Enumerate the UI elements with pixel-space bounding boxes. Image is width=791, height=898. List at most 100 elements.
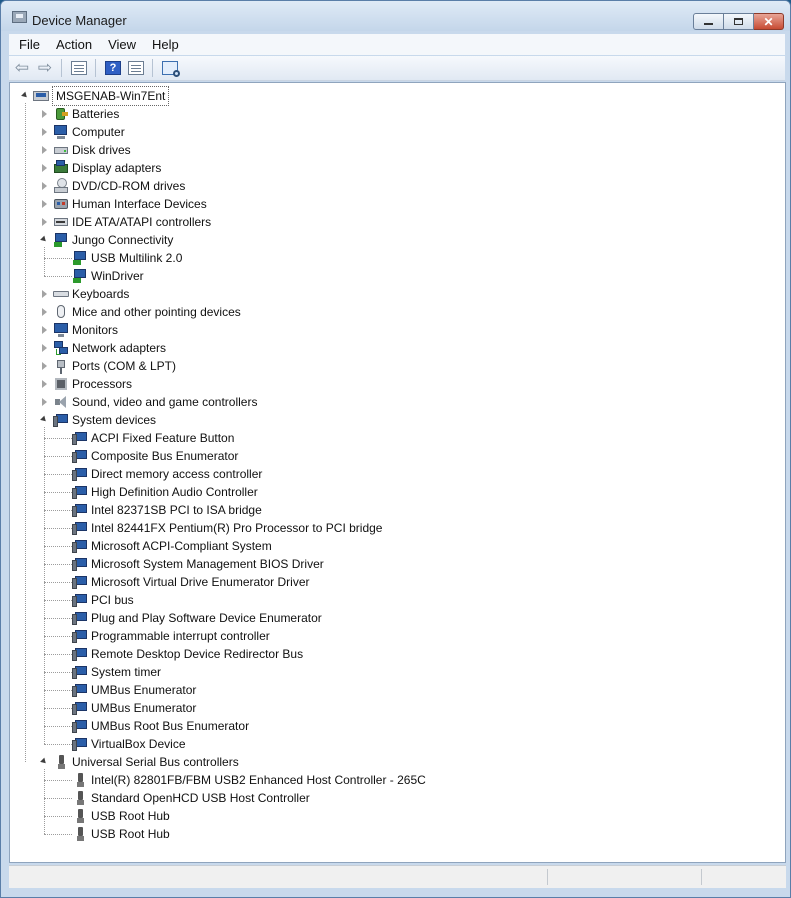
- sysdev-icon: [72, 502, 88, 518]
- device-umbus-enumerator[interactable]: UMBus Enumerator: [72, 699, 196, 717]
- device-microsoft-virtual-drive-enumerator-driver[interactable]: Microsoft Virtual Drive Enumerator Drive…: [72, 573, 310, 591]
- toolbar: ⇦ ⇨ ?: [9, 56, 785, 81]
- device-usb-multilink-2-0[interactable]: USB Multilink 2.0: [72, 249, 182, 267]
- category-mice-and-other-pointing-devices[interactable]: Mice and other pointing devices: [53, 303, 241, 321]
- expander-jungo-connectivity[interactable]: [40, 235, 49, 244]
- device-tree[interactable]: MSGENAB-Win7Ent Batteries Computer Disk dri…: [9, 82, 786, 863]
- maximize-button[interactable]: [724, 13, 754, 30]
- device-microsoft-system-management-bios-driver[interactable]: Microsoft System Management BIOS Driver: [72, 555, 324, 573]
- maximize-icon: [734, 18, 743, 25]
- category-keyboards[interactable]: Keyboards: [53, 285, 129, 303]
- collapse-arrow-icon: [40, 415, 48, 424]
- tree-root-expander[interactable]: [21, 91, 30, 100]
- device-usb-root-hub[interactable]: USB Root Hub: [72, 825, 170, 843]
- expander-monitors[interactable]: [40, 325, 49, 334]
- category-jungo-connectivity[interactable]: Jungo Connectivity: [53, 231, 173, 249]
- expander-display-adapters[interactable]: [40, 163, 49, 172]
- category-dvd-cd-rom-drives[interactable]: DVD/CD-ROM drives: [53, 177, 185, 195]
- expander-ide-ata-atapi-controllers[interactable]: [40, 217, 49, 226]
- menu-file[interactable]: File: [13, 37, 46, 52]
- expander-human-interface-devices[interactable]: [40, 199, 49, 208]
- menu-view[interactable]: View: [102, 37, 142, 52]
- computer-root-icon: [33, 88, 49, 104]
- forward-button[interactable]: ⇨: [35, 59, 55, 77]
- device-windriver[interactable]: WinDriver: [72, 267, 144, 285]
- expander-processors[interactable]: [40, 379, 49, 388]
- category-universal-serial-bus-controllers[interactable]: Universal Serial Bus controllers: [53, 753, 239, 771]
- category-ports-com-lpt[interactable]: Ports (COM & LPT): [53, 357, 176, 375]
- category-computer[interactable]: Computer: [53, 123, 125, 141]
- device-virtualbox-device-label: VirtualBox Device: [91, 737, 186, 751]
- menu-help[interactable]: Help: [146, 37, 185, 52]
- tree-guide-line: [44, 798, 72, 799]
- properties-button[interactable]: [126, 59, 146, 77]
- device-direct-memory-access-controller[interactable]: Direct memory access controller: [72, 465, 262, 483]
- tree-guide-line: [44, 672, 72, 673]
- device-acpi-fixed-feature-button[interactable]: ACPI Fixed Feature Button: [72, 429, 234, 447]
- device-system-timer[interactable]: System timer: [72, 663, 161, 681]
- device-pci-bus[interactable]: PCI bus: [72, 591, 134, 609]
- device-programmable-interrupt-controller[interactable]: Programmable interrupt controller: [72, 627, 270, 645]
- help-button[interactable]: ?: [103, 59, 123, 77]
- device-umbus-enumerator-label: UMBus Enumerator: [91, 701, 197, 715]
- sound-icon: [53, 394, 69, 410]
- dvd-icon: [53, 178, 69, 194]
- device-umbus-root-bus-enumerator[interactable]: UMBus Root Bus Enumerator: [72, 717, 249, 735]
- expander-system-devices[interactable]: [40, 415, 49, 424]
- scan-hardware-button[interactable]: [160, 59, 180, 77]
- category-sound-video-and-game-controllers[interactable]: Sound, video and game controllers: [53, 393, 257, 411]
- category-ide-ata-atapi-controllers[interactable]: IDE ATA/ATAPI controllers: [53, 213, 211, 231]
- expander-keyboards[interactable]: [40, 289, 49, 298]
- device-composite-bus-enumerator[interactable]: Composite Bus Enumerator: [72, 447, 238, 465]
- minimize-button[interactable]: [693, 13, 724, 30]
- properties-icon: [128, 61, 144, 75]
- title-bar[interactable]: Device Manager ✕: [1, 1, 790, 31]
- device-intel-r-82801fb-fbm-usb2-enhanced-host-controller-265c[interactable]: Intel(R) 82801FB/FBM USB2 Enhanced Host …: [72, 771, 426, 789]
- expand-arrow-icon: [42, 326, 47, 334]
- expander-disk-drives[interactable]: [40, 145, 49, 154]
- category-processors[interactable]: Processors: [53, 375, 132, 393]
- device-intel-82371sb-pci-to-isa-bridge-label: Intel 82371SB PCI to ISA bridge: [91, 503, 262, 517]
- expander-dvd-cd-rom-drives[interactable]: [40, 181, 49, 190]
- expander-ports-com-lpt[interactable]: [40, 361, 49, 370]
- expander-universal-serial-bus-controllers[interactable]: [40, 757, 49, 766]
- sysdev-icon: [72, 646, 88, 662]
- category-disk-drives[interactable]: Disk drives: [53, 141, 131, 159]
- expander-mice-and-other-pointing-devices[interactable]: [40, 307, 49, 316]
- sysdev-icon: [72, 736, 88, 752]
- expand-arrow-icon: [42, 398, 47, 406]
- expander-network-adapters[interactable]: [40, 343, 49, 352]
- device-high-definition-audio-controller[interactable]: High Definition Audio Controller: [72, 483, 258, 501]
- back-button[interactable]: ⇦: [12, 59, 32, 77]
- monitor-icon: [53, 322, 69, 338]
- expander-computer[interactable]: [40, 127, 49, 136]
- show-hide-tree-button[interactable]: [69, 59, 89, 77]
- category-network-adapters[interactable]: Network adapters: [53, 339, 166, 357]
- close-button[interactable]: ✕: [754, 13, 784, 30]
- device-remote-desktop-device-redirector-bus[interactable]: Remote Desktop Device Redirector Bus: [72, 645, 303, 663]
- menu-action[interactable]: Action: [50, 37, 98, 52]
- expander-sound-video-and-game-controllers[interactable]: [40, 397, 49, 406]
- category-monitors[interactable]: Monitors: [53, 321, 118, 339]
- tree-guide-line: [44, 780, 72, 781]
- device-intel-82371sb-pci-to-isa-bridge[interactable]: Intel 82371SB PCI to ISA bridge: [72, 501, 262, 519]
- device-standard-openhcd-usb-host-controller[interactable]: Standard OpenHCD USB Host Controller: [72, 789, 310, 807]
- category-system-devices[interactable]: System devices: [53, 411, 156, 429]
- category-display-adapters[interactable]: Display adapters: [53, 159, 161, 177]
- device-microsoft-acpi-compliant-system[interactable]: Microsoft ACPI-Compliant System: [72, 537, 272, 555]
- device-usb-root-hub[interactable]: USB Root Hub: [72, 807, 170, 825]
- device-high-definition-audio-controller-label: High Definition Audio Controller: [91, 485, 258, 499]
- expand-arrow-icon: [42, 110, 47, 118]
- tree-root-node[interactable]: MSGENAB-Win7Ent: [33, 86, 170, 106]
- category-human-interface-devices[interactable]: Human Interface Devices: [53, 195, 207, 213]
- usb-icon: [72, 772, 88, 788]
- sysdev-icon: [72, 592, 88, 608]
- device-plug-and-play-software-device-enumerator[interactable]: Plug and Play Software Device Enumerator: [72, 609, 322, 627]
- category-batteries[interactable]: Batteries: [53, 105, 119, 123]
- kbd-icon: [53, 286, 69, 302]
- category-monitors-label: Monitors: [72, 323, 119, 337]
- device-intel-82441fx-pentium-r-pro-processor-to-pci-bridge[interactable]: Intel 82441FX Pentium(R) Pro Processor t…: [72, 519, 382, 537]
- device-umbus-enumerator[interactable]: UMBus Enumerator: [72, 681, 196, 699]
- device-virtualbox-device[interactable]: VirtualBox Device: [72, 735, 186, 753]
- expander-batteries[interactable]: [40, 109, 49, 118]
